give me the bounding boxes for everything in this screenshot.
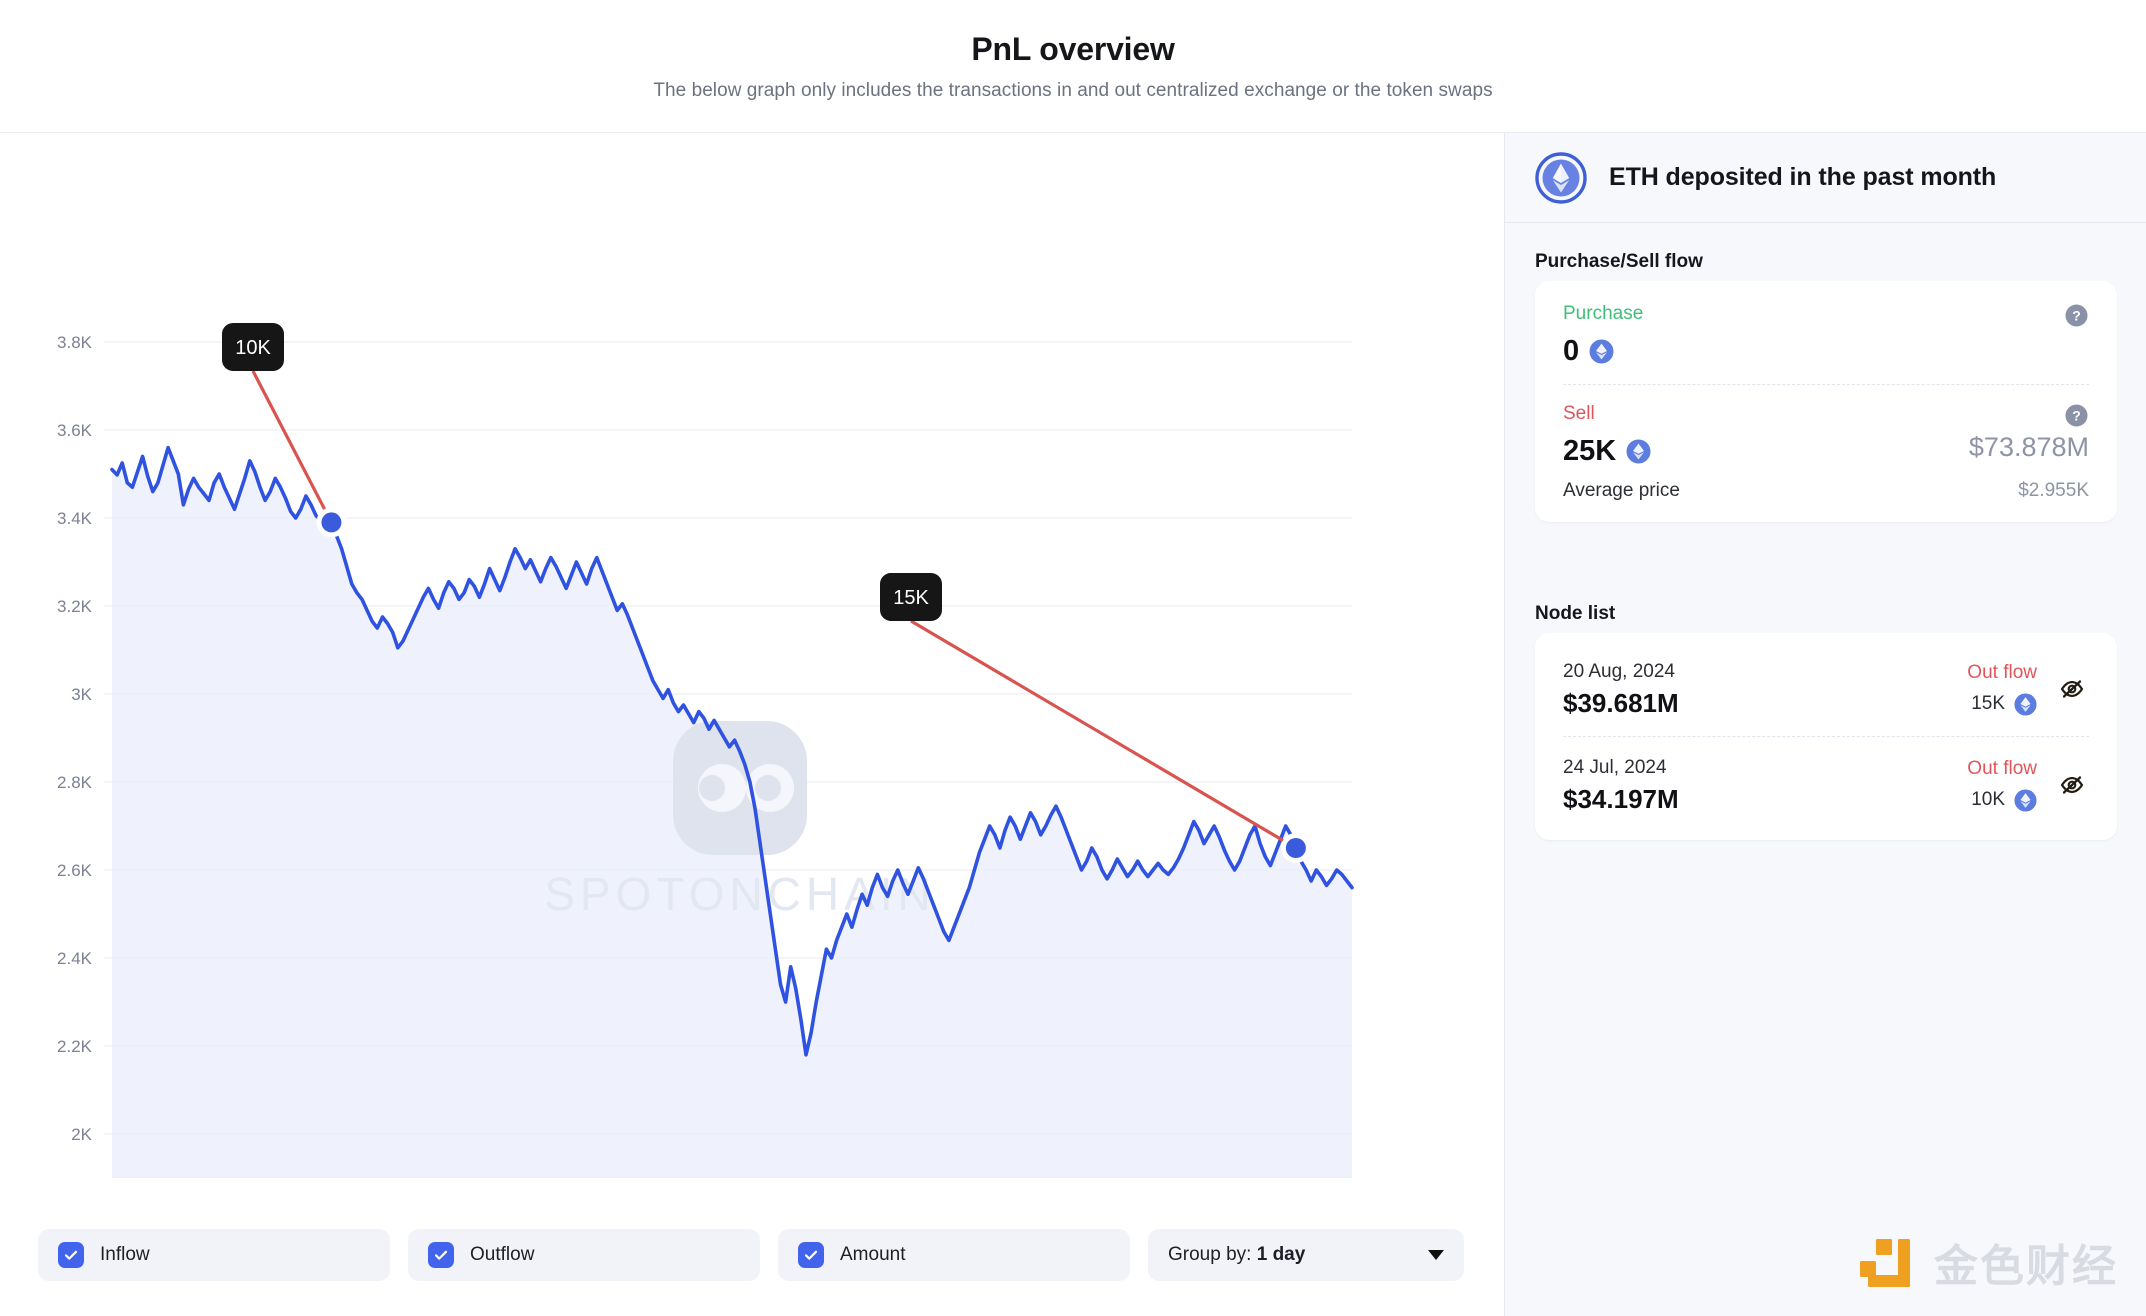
y-axis-tick-label: 3.4K bbox=[57, 509, 93, 528]
outflow-checkbox[interactable]: Outflow bbox=[408, 1228, 760, 1281]
average-price-value: $2.955K bbox=[2018, 480, 2089, 501]
y-axis-tick-label: 2K bbox=[71, 1125, 92, 1144]
y-axis-tick-label: 2.2K bbox=[57, 1037, 93, 1056]
purchase-amount-row: 0 bbox=[1563, 337, 2089, 366]
price-chart[interactable]: 3.8K 3.6K 3.4K 3.2K 3K 2.8K 2.6K 2.4K 2.2K 2K SPOT… bbox=[0, 133, 1504, 1193]
sell-amount: 25K bbox=[1563, 435, 1617, 467]
y-axis-tick-label: 3.8K bbox=[57, 333, 93, 352]
sidebar-title: ETH deposited in the past month bbox=[1609, 163, 1997, 191]
jinse-logo-text: 金色财经 bbox=[1934, 1241, 2118, 1292]
average-price-row: Average price $2.955K bbox=[1563, 480, 2089, 502]
hide-node-icon[interactable] bbox=[2055, 672, 2089, 706]
node-list-card: 20 Aug, 2024 $39.681M Out flow 15K 24 Ju… bbox=[1535, 633, 2117, 840]
y-axis-tick-label: 2.4K bbox=[57, 949, 93, 968]
node-flow-label: Out flow bbox=[1967, 661, 2037, 683]
chart-pane: 3.8K 3.6K 3.4K 3.2K 3K 2.8K 2.6K 2.4K 2.2K 2K SPOT… bbox=[0, 133, 1504, 1316]
details-sidebar: ETH deposited in the past month Purchase… bbox=[1504, 133, 2146, 1316]
annotation-label: 10K bbox=[235, 337, 271, 359]
table-row[interactable]: 24 Jul, 2024 $34.197M Out flow 10K bbox=[1563, 753, 2089, 816]
sidebar-header: ETH deposited in the past month bbox=[1505, 133, 2146, 223]
checkbox-checked-icon bbox=[58, 1241, 84, 1268]
purchase-sell-flow-card: Purchase ? 0 Sell ? 25K $73.878M Average… bbox=[1535, 281, 2117, 522]
checkbox-checked-icon bbox=[798, 1241, 824, 1268]
pnl-overview-page: PnL overview The below graph only includ… bbox=[0, 0, 2146, 1316]
sell-usd-value: $73.878M bbox=[1968, 431, 2089, 462]
inflow-checkbox[interactable]: Inflow bbox=[38, 1228, 390, 1281]
hide-node-icon[interactable] bbox=[2055, 768, 2089, 802]
ethereum-icon bbox=[1626, 439, 1651, 464]
ethereum-icon bbox=[1535, 151, 1587, 204]
jinse-mark-icon bbox=[1860, 1239, 1910, 1287]
card-divider bbox=[1563, 736, 2089, 737]
node-usd-value: $39.681M bbox=[1563, 688, 1679, 718]
y-axis-tick-label: 3K bbox=[71, 685, 92, 704]
ethereum-icon bbox=[2014, 788, 2037, 812]
sell-row: Sell ? bbox=[1563, 403, 2089, 428]
node-amount: 10K bbox=[1971, 789, 2005, 810]
y-axis-tick-label: 3.2K bbox=[57, 597, 93, 616]
help-icon[interactable]: ? bbox=[2064, 303, 2089, 328]
y-axis-tick-label: 2.6K bbox=[57, 861, 93, 880]
node-date: 24 Jul, 2024 bbox=[1563, 757, 1667, 778]
node-date: 20 Aug, 2024 bbox=[1563, 661, 1675, 682]
group-by-dropdown[interactable]: Group by: 1 day bbox=[1148, 1228, 1464, 1281]
outflow-label: Outflow bbox=[470, 1243, 535, 1265]
page-body: 3.8K 3.6K 3.4K 3.2K 3K 2.8K 2.6K 2.4K 2.2K 2K SPOT… bbox=[0, 133, 2146, 1316]
purchase-sell-flow-title: Purchase/Sell flow bbox=[1535, 251, 1703, 272]
ethereum-icon bbox=[1589, 339, 1614, 364]
amount-label: Amount bbox=[840, 1243, 906, 1265]
svg-text:?: ? bbox=[2072, 408, 2081, 424]
chevron-down-icon bbox=[1428, 1249, 1444, 1260]
price-chart-svg[interactable]: 3.8K3.6K3.4K3.2K3K2.8K2.6K2.4K2.2K2KSPOT… bbox=[0, 133, 1504, 1193]
node-amount: 15K bbox=[1971, 693, 2005, 714]
sell-label: Sell bbox=[1563, 403, 1595, 424]
group-by-label: Group by: 1 day bbox=[1168, 1243, 1306, 1265]
help-icon[interactable]: ? bbox=[2064, 403, 2089, 428]
page-header: PnL overview The below graph only includ… bbox=[0, 0, 2146, 133]
average-price-label: Average price bbox=[1563, 480, 1680, 501]
ethereum-icon bbox=[2014, 692, 2037, 716]
node-usd-value: $34.197M bbox=[1563, 784, 1679, 814]
amount-checkbox[interactable]: Amount bbox=[778, 1228, 1130, 1281]
jinse-finance-logo: 金色财经 bbox=[1854, 1230, 2118, 1294]
chart-controls: Inflow Outflow Amount Group by: 1 day bbox=[0, 1193, 1504, 1316]
annotation-label: 15K bbox=[893, 587, 929, 609]
node-flow-label: Out flow bbox=[1967, 757, 2037, 779]
sell-amount-row: 25K $73.878M bbox=[1563, 428, 2089, 466]
purchase-label: Purchase bbox=[1563, 303, 1644, 324]
node-list-title: Node list bbox=[1535, 603, 1616, 624]
checkbox-checked-icon bbox=[428, 1241, 454, 1268]
y-axis-tick-label: 3.6K bbox=[57, 421, 93, 440]
inflow-label: Inflow bbox=[100, 1243, 150, 1265]
table-row[interactable]: 20 Aug, 2024 $39.681M Out flow 15K bbox=[1563, 657, 2089, 720]
chart-annotation[interactable]: 15K bbox=[880, 573, 1311, 863]
page-subtitle: The below graph only includes the transa… bbox=[653, 79, 1493, 101]
svg-text:?: ? bbox=[2072, 308, 2081, 324]
purchase-amount: 0 bbox=[1563, 335, 1580, 367]
card-divider bbox=[1563, 384, 2089, 385]
y-axis-tick-label: 2.8K bbox=[57, 773, 93, 792]
purchase-row: Purchase ? bbox=[1563, 303, 2089, 328]
page-title: PnL overview bbox=[971, 31, 1175, 68]
